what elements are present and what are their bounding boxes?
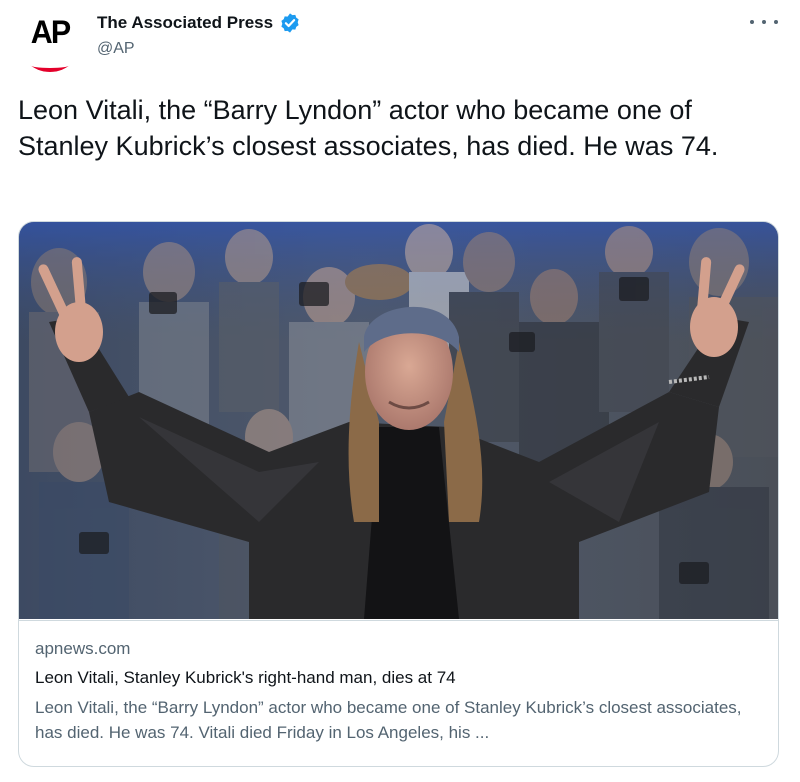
- author-name-row: The Associated Press: [97, 12, 301, 34]
- tweet-text: Leon Vitali, the “Barry Lyndon” actor wh…: [18, 95, 719, 161]
- author-display-name[interactable]: The Associated Press: [97, 13, 273, 33]
- author-handle[interactable]: @AP: [97, 40, 135, 58]
- card-title: Leon Vitali, Stanley Kubrick's right-han…: [35, 668, 456, 687]
- card-photo: [19, 222, 778, 619]
- avatar-logo-text: AP: [30, 14, 71, 50]
- more-options-icon[interactable]: [750, 14, 778, 30]
- avatar[interactable]: AP: [18, 8, 82, 72]
- more-dot: [774, 20, 778, 24]
- verified-badge-icon: [279, 12, 301, 34]
- more-dot: [762, 20, 766, 24]
- more-dot: [750, 20, 754, 24]
- avatar-swoosh: [30, 58, 70, 72]
- card-description: Leon Vitali, the “Barry Lyndon” actor wh…: [35, 698, 742, 742]
- link-card[interactable]: apnews.com Leon Vitali, Stanley Kubrick'…: [18, 221, 779, 767]
- card-domain: apnews.com: [35, 639, 131, 658]
- card-meta: apnews.com Leon Vitali, Stanley Kubrick'…: [19, 620, 778, 766]
